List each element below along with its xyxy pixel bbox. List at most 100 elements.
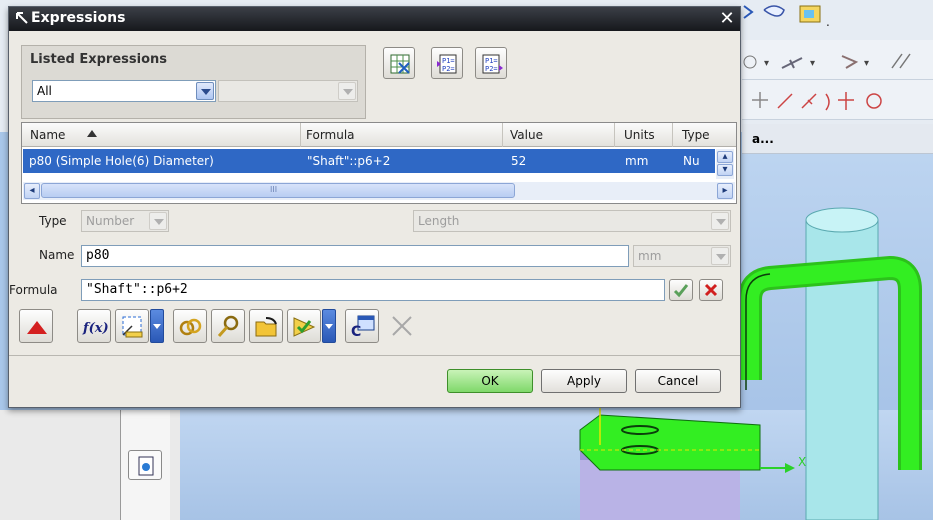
close-button[interactable]: ✕: [717, 9, 737, 29]
name-label: Name: [39, 248, 75, 262]
import-expressions-icon: P1= P2=: [437, 54, 457, 74]
units-select: mm: [633, 245, 731, 267]
dimension-value: Length: [418, 214, 460, 228]
formula-label: Formula: [9, 283, 58, 297]
sort-ascending-icon[interactable]: [86, 127, 98, 142]
svg-text:▾: ▾: [810, 58, 815, 69]
cell-value: 52: [511, 154, 527, 168]
export-expressions-button[interactable]: P1= P2=: [475, 47, 507, 79]
scroll-left-icon[interactable]: ◂: [24, 183, 40, 199]
column-header-name[interactable]: Name: [30, 128, 65, 142]
listed-expressions-group: Listed Expressions All: [21, 45, 366, 119]
accept-edit-button[interactable]: [669, 279, 693, 301]
cancel-button[interactable]: Cancel: [635, 369, 721, 393]
accept-icon: [673, 284, 689, 298]
svg-text:P2=: P2=: [442, 65, 455, 73]
reference-button[interactable]: [173, 309, 207, 343]
table-header: Name Formula Value Units Type: [22, 123, 736, 147]
chevron-down-icon: [711, 212, 729, 230]
svg-text:P1=: P1=: [442, 57, 455, 65]
bracket-plate: [579, 414, 761, 471]
cad-toolbar-row-1: ▾ ▾ ▾: [742, 40, 933, 80]
function-icon: f(x): [82, 321, 108, 336]
scroll-grip: III: [270, 185, 278, 194]
functions-button[interactable]: f(x): [77, 309, 111, 343]
cad-toolbar-row-2: [742, 80, 933, 120]
dialog-titlebar[interactable]: Expressions ✕: [9, 7, 740, 31]
svg-text:f(x): f(x): [82, 321, 108, 336]
cell-type: Nu: [683, 154, 700, 168]
column-header-formula[interactable]: Formula: [306, 128, 355, 142]
measure-button[interactable]: [115, 309, 149, 343]
expression-app-icon: [15, 11, 31, 27]
column-header-value[interactable]: Value: [510, 128, 543, 142]
column-header-units[interactable]: Units: [624, 128, 655, 142]
spreadsheet-edit-button[interactable]: [383, 47, 415, 79]
resource-bar: [0, 410, 180, 520]
cell-name: p80 (Simple Hole(6) Diameter): [29, 154, 214, 168]
units-value: mm: [638, 249, 662, 263]
svg-text:.: .: [826, 15, 830, 29]
formula-input[interactable]: "Shaft"::p6+2: [81, 279, 665, 301]
type-label: Type: [39, 214, 67, 228]
reference-icon: [179, 318, 202, 336]
check-link-icon: [293, 317, 316, 337]
axis-x-label: X: [798, 455, 806, 469]
open-file-button[interactable]: [249, 309, 283, 343]
expressions-dialog: Expressions ✕ Listed Expressions All P1=…: [8, 6, 741, 408]
expressions-table[interactable]: Name Formula Value Units Type p80 (Simpl…: [21, 122, 737, 204]
listed-secondary-select: [218, 80, 358, 102]
measure-dropdown-button[interactable]: [150, 309, 164, 343]
column-header-type[interactable]: Type: [682, 128, 710, 142]
reject-edit-button[interactable]: [699, 279, 723, 301]
shaft-top: [805, 207, 879, 233]
chevron-down-icon[interactable]: [196, 82, 214, 100]
find-button[interactable]: [211, 309, 245, 343]
dialog-icon: C: [351, 315, 375, 340]
dimension-select: Length: [413, 210, 731, 232]
table-row[interactable]: p80 (Simple Hole(6) Diameter) "Shaft"::p…: [23, 149, 715, 173]
cad-panel-tab-label: a...: [752, 132, 774, 146]
cad-toolbar-icons-2[interactable]: [742, 80, 933, 120]
scroll-right-icon[interactable]: ▸: [717, 183, 733, 199]
resource-bar-button[interactable]: [128, 450, 162, 480]
scroll-up-icon[interactable]: ▴: [717, 151, 733, 163]
reject-icon: [704, 283, 718, 297]
check-links-button[interactable]: [287, 309, 321, 343]
delete-button: [385, 309, 419, 343]
chevron-down-icon: [711, 247, 729, 265]
formula-input-value: "Shaft"::p6+2: [86, 282, 188, 297]
import-expressions-button[interactable]: P1= P2=: [431, 47, 463, 79]
cell-units: mm: [625, 154, 649, 168]
listed-expressions-title: Listed Expressions: [30, 52, 167, 67]
type-select: Number: [81, 210, 169, 232]
table-horizontal-scrollbar[interactable]: ◂ III ▸: [23, 182, 735, 200]
chevron-down-icon: [149, 212, 167, 230]
scroll-down-icon[interactable]: ▾: [717, 164, 733, 176]
dialog-divider: [9, 355, 740, 356]
delete-icon: [392, 316, 412, 336]
cad-toolbar-icons-1[interactable]: ▾ ▾ ▾: [742, 40, 933, 80]
collapse-dialog-button[interactable]: [19, 309, 53, 343]
cell-formula: "Shaft"::p6+2: [307, 154, 391, 168]
listed-filter-select[interactable]: All: [32, 80, 216, 102]
svg-text:C: C: [351, 324, 361, 340]
open-folder-icon: [255, 317, 277, 337]
apply-button[interactable]: Apply: [541, 369, 627, 393]
ok-button[interactable]: OK: [447, 369, 533, 393]
check-links-dropdown-button[interactable]: [322, 309, 336, 343]
spreadsheet-icon: [390, 54, 410, 74]
svg-text:▾: ▾: [864, 58, 869, 69]
chevron-down-icon: [338, 82, 356, 100]
name-input[interactable]: p80: [81, 245, 629, 267]
collapse-icon: [27, 321, 47, 334]
cad-top-toolbar[interactable]: .: [742, 0, 933, 36]
horizontal-scroll-thumb[interactable]: III: [41, 183, 515, 198]
svg-text:▾: ▾: [764, 58, 769, 69]
table-vertical-scrollbar[interactable]: ▴ ▾: [716, 149, 734, 179]
type-value: Number: [86, 214, 135, 228]
name-input-value: p80: [86, 248, 110, 263]
open-dialog-button[interactable]: C: [345, 309, 379, 343]
dialog-title: Expressions: [31, 10, 126, 26]
export-expressions-icon: P1= P2=: [482, 54, 503, 74]
